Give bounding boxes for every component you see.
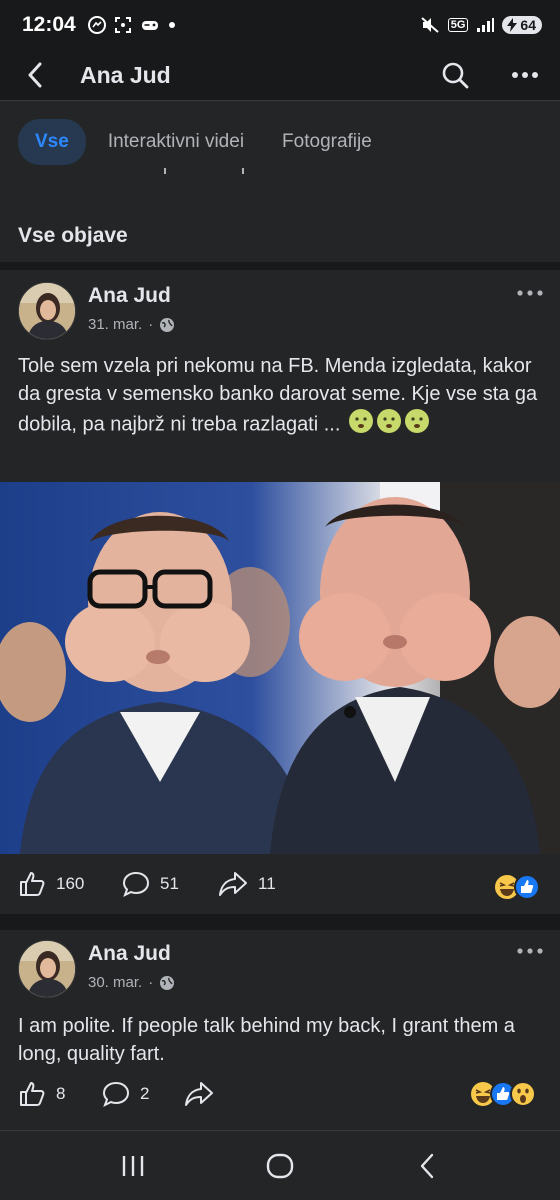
notification-dot-icon <box>168 22 175 28</box>
comment-icon <box>102 1081 130 1108</box>
globe-icon <box>160 975 175 990</box>
page-title: Ana Jud <box>80 61 171 88</box>
share-icon <box>185 1082 213 1106</box>
wow-reaction-icon <box>510 1081 536 1107</box>
home-button[interactable] <box>240 1136 320 1196</box>
post-author[interactable]: Ana Jud <box>88 284 171 308</box>
tab-vse[interactable]: Vse <box>18 118 86 165</box>
reaction-summary[interactable] <box>494 874 540 900</box>
meta-separator: · <box>148 974 154 991</box>
chevron-left-icon <box>420 1153 433 1178</box>
section-title: Vse objave <box>18 224 128 247</box>
more-horizontal-icon <box>517 948 543 954</box>
like-count: 8 <box>56 1084 66 1103</box>
post-more-button[interactable] <box>510 278 550 308</box>
post-more-button[interactable] <box>510 936 550 966</box>
post-body: Tole sem vzela pri nekomu na FB. Menda i… <box>18 352 542 442</box>
app-header: Ana Jud <box>0 50 560 100</box>
home-icon <box>266 1153 294 1178</box>
system-navigation-bar <box>0 1130 560 1200</box>
charging-icon <box>507 18 518 32</box>
search-button[interactable] <box>420 50 490 100</box>
recent-apps-icon <box>123 1155 144 1176</box>
share-icon <box>219 872 247 896</box>
thumbs-up-icon <box>20 872 45 896</box>
reaction-summary[interactable] <box>470 1081 536 1107</box>
signal-icon <box>477 18 495 32</box>
tab-interaktivni-videi[interactable]: Interaktivni videi <box>92 119 260 165</box>
comment-button[interactable]: 2 <box>102 1080 149 1108</box>
thumbs-up-icon <box>20 1082 45 1106</box>
comment-button[interactable]: 51 <box>122 870 179 898</box>
status-time: 12:04 <box>22 13 76 36</box>
messenger-icon <box>87 16 106 34</box>
post: Ana Jud 31. mar. · Tole sem vzela pri ne… <box>0 270 560 914</box>
more-options-button[interactable] <box>490 50 560 100</box>
like-reaction-icon <box>514 874 540 900</box>
filter-tabs: Vse Interaktivni videi Fotografije <box>0 100 560 182</box>
globe-icon <box>160 317 175 332</box>
like-button[interactable]: 8 <box>18 1080 65 1108</box>
post-date[interactable]: 31. mar. <box>88 316 142 333</box>
tab-fotografije[interactable]: Fotografije <box>266 119 388 165</box>
status-bar: 12:04 5G 64 <box>0 0 560 50</box>
post-text: I am polite. If people talk behind my ba… <box>18 1015 515 1065</box>
post-actions: 160 51 11 <box>0 854 560 914</box>
network-label: 5G <box>447 18 469 32</box>
post-text: Tole sem vzela pri nekomu na FB. Menda i… <box>18 355 538 436</box>
avatar[interactable] <box>18 282 76 340</box>
more-horizontal-icon <box>512 72 538 78</box>
post-meta: 30. mar. · <box>88 974 175 991</box>
search-icon <box>442 62 469 89</box>
comment-icon <box>122 871 150 898</box>
game-icon <box>141 21 158 30</box>
chevron-left-icon <box>28 62 42 88</box>
system-back-button[interactable] <box>387 1136 467 1196</box>
screenshot-icon <box>114 17 131 33</box>
mute-icon <box>421 17 439 33</box>
more-horizontal-icon <box>517 290 543 296</box>
share-count: 11 <box>258 874 276 893</box>
post-divider <box>0 914 560 930</box>
like-count: 160 <box>56 874 85 893</box>
scroll-hint <box>164 168 244 174</box>
comment-count: 2 <box>140 1084 150 1103</box>
avatar[interactable] <box>18 940 76 998</box>
post-photo[interactable] <box>0 482 560 854</box>
meta-separator: · <box>148 316 154 333</box>
nauseated-emoji-icon <box>348 408 432 442</box>
post: Ana Jud 30. mar. · I am polite. If peopl… <box>0 930 560 1130</box>
like-button[interactable]: 160 <box>18 870 84 898</box>
post-date[interactable]: 30. mar. <box>88 974 142 991</box>
back-button[interactable] <box>0 50 70 100</box>
share-button[interactable]: 11 <box>218 870 276 898</box>
battery-indicator: 64 <box>502 16 542 34</box>
post-author[interactable]: Ana Jud <box>88 942 171 966</box>
battery-level: 64 <box>520 17 536 33</box>
recent-apps-button[interactable] <box>93 1136 173 1196</box>
post-meta: 31. mar. · <box>88 316 175 333</box>
share-button[interactable] <box>184 1080 214 1108</box>
post-actions: 8 2 <box>0 1070 560 1120</box>
comment-count: 51 <box>160 874 179 893</box>
